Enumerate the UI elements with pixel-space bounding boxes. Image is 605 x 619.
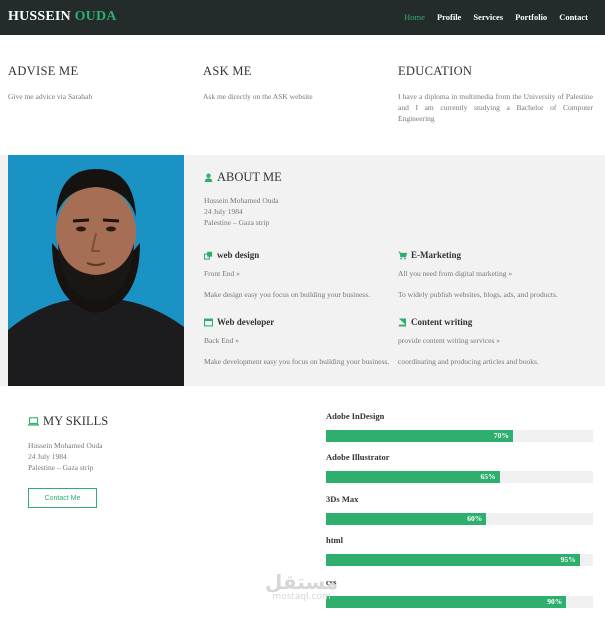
skills-location: Palestine – Gaza strip [28,463,94,472]
skills-name: Hussein Mohamed Ouda [28,441,103,450]
feature-content-writing: Content writing provide content writing … [398,317,588,367]
skills-dob: 24 July 1984 [28,452,67,461]
skill-fill: 65% [326,471,500,483]
feature-e-marketing: E-Marketing All you need from digital ma… [398,250,588,300]
service-advise: ADVISE ME Give me advice via Sarahah [8,64,188,102]
nav-profile[interactable]: Profile [437,12,461,22]
skill-percent: 70% [493,431,509,440]
skill-name: Adobe InDesign [326,411,385,421]
skill-fill: 70% [326,430,513,442]
skill-track: 70% [326,430,593,442]
skill-track: 60% [326,513,593,525]
skill-track: 90% [326,596,593,608]
service-education: EDUCATION I have a diploma in multimedia… [398,64,593,124]
skill-item: Adobe Illustrator 65% [326,452,593,483]
feature-link[interactable]: Back End » [204,336,394,345]
feature-desc: To widely publish websites, blogs, ads, … [398,290,558,299]
feature-web-developer: Web developer Back End » Make developmen… [204,317,394,367]
profile-photo [8,155,184,386]
nav-portfolio[interactable]: Portfolio [515,12,547,22]
skill-item: css 90% [326,577,593,608]
about-dob: 24 July 1984 [204,207,243,216]
browser-icon [204,318,213,326]
feature-title-text: web design [217,250,260,260]
nav-home[interactable]: Home [404,12,425,22]
service-text: Give me advice via Sarahah [8,92,93,101]
book-icon [398,318,407,326]
watermark-latin: mostaql.com [272,592,331,602]
service-title: ADVISE ME [8,64,79,78]
nav-contact[interactable]: Contact [559,12,588,22]
skill-item: html 95% [326,535,593,566]
skill-percent: 65% [480,472,496,481]
about-title: ABOUT ME [204,170,282,185]
feature-link[interactable]: All you need from digital marketing » [398,269,588,278]
brand-logo[interactable]: HUSSEIN OUDA [8,9,117,25]
skill-percent: 60% [467,514,483,523]
feature-title: Content writing [398,317,588,327]
skill-fill: 95% [326,554,580,566]
skill-item: Adobe InDesign 70% [326,411,593,442]
window-icon [204,251,213,260]
skill-name: Adobe Illustrator [326,452,390,462]
nav-links: Home Profile Services Portfolio Contact [404,12,588,22]
skill-percent: 95% [560,555,576,564]
cart-icon [398,251,407,260]
feature-title: web design [204,250,394,260]
skill-percent: 90% [547,597,563,606]
about-info: Hussein Mohamed Ouda 24 July 1984 Palest… [204,195,279,228]
about-name: Hussein Mohamed Ouda [204,196,279,205]
feature-desc: coordinating and producing articles and … [398,357,539,366]
skills-title: MY SKILLS [28,414,108,429]
skill-fill: 90% [326,596,567,608]
feature-desc: Make design easy you focus on building y… [204,290,371,299]
feature-title: Web developer [204,317,394,327]
service-ask: ASK ME Ask me directly on the ASK websit… [203,64,383,102]
skill-fill: 60% [326,513,487,525]
skill-track: 65% [326,471,593,483]
watermark: مستقل mostaql.com [265,570,338,602]
feature-title-text: Web developer [217,317,275,327]
skill-name: html [326,535,343,545]
feature-title-text: Content writing [411,317,473,327]
skill-track: 95% [326,554,593,566]
about-title-text: ABOUT ME [217,170,282,184]
feature-title-text: E-Marketing [411,250,461,260]
about-location: Palestine – Gaza strip [204,218,270,227]
feature-desc: Make development easy you focus on build… [204,357,390,366]
service-title: EDUCATION [398,64,473,78]
brand-first: HUSSEIN [8,9,71,24]
skill-name: 3Ds Max [326,494,359,504]
skills-title-text: MY SKILLS [43,414,109,428]
contact-me-button[interactable]: Contact Me [28,488,97,508]
brand-second: OUDA [74,9,117,24]
skill-name: css [326,577,337,587]
nav-services[interactable]: Services [473,12,503,22]
feature-web-design: web design Front End » Make design easy … [204,250,394,300]
service-text: Ask me directly on the ASK website [203,92,313,101]
skill-item: 3Ds Max 60% [326,494,593,525]
navbar: HUSSEIN OUDA Home Profile Services Portf… [0,0,605,35]
feature-title: E-Marketing [398,250,588,260]
service-text: I have a diploma in multimedia from the … [398,92,593,123]
user-icon [204,173,213,182]
feature-link[interactable]: Front End » [204,269,394,278]
profile-photo-illustration [8,155,184,386]
watermark-arabic: مستقل [265,570,339,594]
feature-link[interactable]: provide content writing services » [398,336,588,345]
service-title: ASK ME [203,64,252,78]
skills-info: Hussein Mohamed Ouda 24 July 1984 Palest… [28,440,103,473]
laptop-icon [28,417,39,426]
